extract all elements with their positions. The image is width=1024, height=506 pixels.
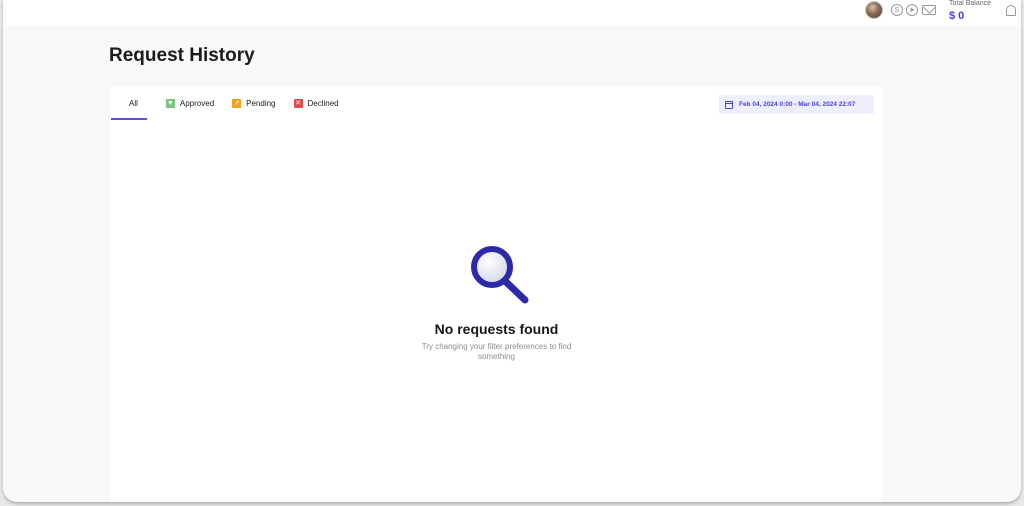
empty-state-subtitle: Try changing your filter preferences to … — [421, 342, 572, 361]
empty-state-title: No requests found — [434, 321, 559, 337]
tab-label: All — [129, 99, 138, 108]
tab-label: Declined — [307, 99, 339, 108]
tab-label: Pending — [246, 99, 276, 108]
telegram-icon[interactable]: ➤ — [906, 4, 918, 16]
total-balance-label: Total Balance — [949, 0, 992, 7]
close-icon: ✕ — [293, 99, 303, 108]
date-range-text: Feb 04, 2024 0:00 - Mar 04, 2024 22:07 — [739, 101, 856, 108]
mail-icon[interactable] — [922, 5, 936, 15]
request-history-card: All ▼ Approved ↗ Pending ✕ Declined Feb 04,… — [110, 87, 883, 502]
avatar[interactable] — [865, 1, 883, 19]
tab-pending[interactable]: ↗ Pending — [232, 87, 276, 120]
tab-all[interactable]: All — [111, 87, 147, 120]
tab-approved[interactable]: ▼ Approved — [165, 87, 215, 120]
date-range-picker[interactable]: Feb 04, 2024 0:00 - Mar 04, 2024 22:07 — [719, 95, 874, 114]
page-title: Request History — [109, 45, 255, 66]
top-bar: S ➤ Total Balance $ 0 — [3, 0, 1021, 26]
bell-icon[interactable] — [1006, 5, 1016, 16]
pending-icon: ↗ — [232, 99, 242, 108]
status-tabs: All ▼ Approved ↗ Pending ✕ Declined — [111, 87, 357, 120]
app-frame: S ➤ Total Balance $ 0 Request History Al… — [3, 0, 1021, 502]
calendar-icon — [725, 100, 733, 109]
skype-icon[interactable]: S — [891, 4, 903, 16]
tab-declined[interactable]: ✕ Declined — [293, 87, 339, 120]
magnifier-icon — [471, 246, 529, 304]
tab-label: Approved — [179, 99, 215, 108]
check-icon: ▼ — [165, 99, 175, 108]
total-balance-value: $ 0 — [949, 10, 965, 22]
